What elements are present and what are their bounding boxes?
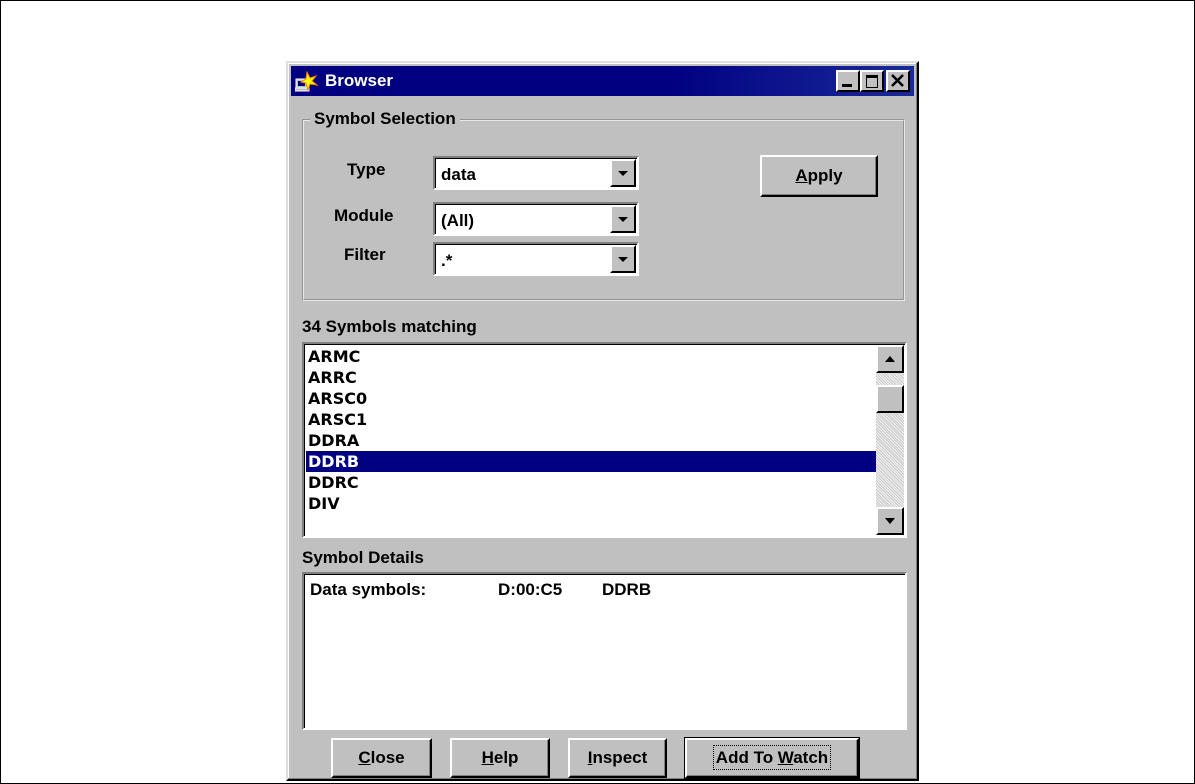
add-to-watch-label-rest: atch [793,748,829,767]
filter-value: .* [441,251,453,270]
list-item[interactable]: ARSC1 [306,409,878,430]
module-combo[interactable]: (All) [433,202,639,236]
symbols-count-label: 34 Symbols matching [302,317,477,336]
close-button[interactable]: Close [331,738,432,778]
type-dropdown-button[interactable] [610,159,636,187]
arrow-down-icon [885,518,895,524]
apply-button-hotkey: A [795,166,808,185]
apply-button-label: pply [807,166,843,185]
type-value: data [441,165,476,184]
type-combo[interactable]: data [433,156,639,190]
scroll-up-button[interactable] [876,345,904,373]
add-to-watch-button[interactable]: Add To Watch [684,737,860,779]
apply-button[interactable]: Apply [760,155,878,197]
maximize-button[interactable] [860,70,884,92]
chevron-down-icon [618,257,628,262]
details-address: D:00:C5 [498,580,563,599]
chevron-down-icon [618,217,628,222]
inspect-button-label: nspect [592,748,648,767]
add-to-watch-label-prefix: Add To [715,748,778,767]
browser-window: Browser Symbol Selection Type data Modul… [286,61,919,781]
symbol-selection-label: Symbol Selection [310,109,460,129]
scroll-down-button[interactable] [876,507,904,535]
type-label: Type [347,160,386,179]
browser-app-icon [295,70,319,92]
help-button[interactable]: Help [450,738,550,778]
details-kind: Data symbols: [310,580,427,599]
close-window-button[interactable] [886,70,910,92]
module-value: (All) [441,211,475,230]
list-item[interactable]: ARSC0 [306,388,878,409]
help-button-hotkey: H [481,748,494,767]
minimize-icon [842,84,852,87]
filter-combo[interactable]: .* [433,242,639,276]
chevron-down-icon [618,171,628,176]
help-button-label: elp [493,748,519,767]
inspect-button[interactable]: Inspect [568,738,667,778]
close-button-label: lose [370,748,405,767]
list-item[interactable]: ARMC [306,346,878,367]
symbols-listbox[interactable]: ARMC ARRC ARSC0 ARSC1 DDRA DDRB DDRC DIV [302,342,907,538]
filter-dropdown-button[interactable] [610,245,636,273]
add-to-watch-hotkey: W [777,748,794,767]
scroll-thumb[interactable] [876,385,904,413]
module-dropdown-button[interactable] [610,205,636,233]
close-icon [891,74,904,87]
list-item[interactable]: DDRA [306,430,878,451]
window-title: Browser [325,71,394,90]
minimize-button[interactable] [836,70,860,92]
symbols-scrollbar[interactable] [876,345,904,535]
list-item[interactable]: DDRC [306,472,878,493]
details-symbol-name: DDRB [602,580,652,599]
title-bar[interactable]: Browser [291,66,914,96]
add-to-watch-button-inner: Add To Watch [712,745,832,770]
list-item-selected[interactable]: DDRB [306,451,878,472]
list-item[interactable]: ARRC [306,367,878,388]
maximize-icon [866,75,878,88]
arrow-up-icon [885,356,895,362]
symbol-details-label: Symbol Details [302,548,424,567]
filter-label: Filter [344,245,386,264]
module-label: Module [334,206,394,225]
symbol-details-box: Data symbols: D:00:C5 DDRB [302,572,907,730]
close-button-hotkey: C [358,748,371,767]
list-item[interactable]: DIV [306,493,878,514]
